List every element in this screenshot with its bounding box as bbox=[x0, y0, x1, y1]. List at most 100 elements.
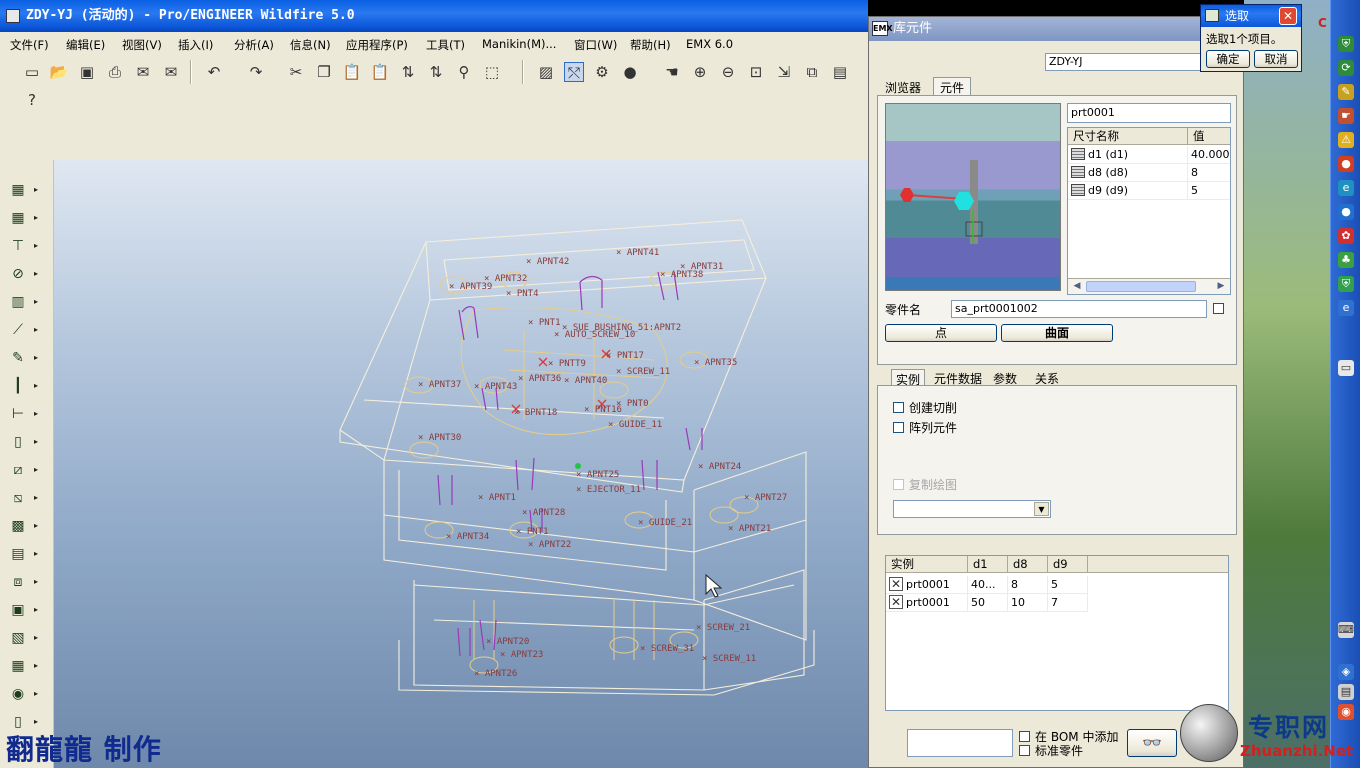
warning-icon[interactable]: ⚠ bbox=[1338, 132, 1354, 148]
cooling-icon[interactable]: ⊢ bbox=[8, 404, 38, 424]
instance-row-d1[interactable]: 40... bbox=[968, 576, 1008, 594]
orient-mode-icon[interactable]: ⚙ bbox=[592, 62, 612, 82]
redo-icon[interactable]: ↷ bbox=[246, 62, 266, 82]
instance-row-d8[interactable]: 8 bbox=[1008, 576, 1048, 594]
refresh-icon[interactable]: ⟳ bbox=[1338, 60, 1354, 76]
lifter-icon[interactable]: ⧅ bbox=[8, 488, 38, 508]
menu-view[interactable]: 视图(V) bbox=[122, 37, 162, 53]
menu-info[interactable]: 信息(N) bbox=[290, 37, 331, 53]
bom-icon[interactable]: ▦ bbox=[8, 656, 38, 676]
dim-row-name[interactable]: d8 (d8) bbox=[1068, 164, 1188, 182]
pillar-icon[interactable]: ┃ bbox=[8, 376, 38, 396]
find-icon[interactable]: ⚲ bbox=[454, 62, 474, 82]
paste-icon[interactable]: 📋 bbox=[342, 62, 362, 82]
media-icon[interactable]: ✿ bbox=[1338, 228, 1354, 244]
horizontal-scrollbar[interactable]: ◀ ▶ bbox=[1068, 278, 1230, 294]
new-file-icon[interactable]: ▭ bbox=[22, 62, 42, 82]
assembly-icon[interactable]: ▣ bbox=[8, 600, 38, 620]
hand-icon[interactable]: ☛ bbox=[1338, 108, 1354, 124]
security-icon[interactable]: ⛨ bbox=[1338, 276, 1354, 292]
pin-icon[interactable]: ⟋ bbox=[8, 320, 38, 340]
glasses-icon[interactable]: 👓 bbox=[1127, 729, 1177, 757]
tab-browser[interactable]: 浏览器 bbox=[885, 79, 921, 96]
menu-help[interactable]: 帮助(H) bbox=[630, 37, 671, 53]
shield-icon[interactable]: ⛨ bbox=[1338, 36, 1354, 52]
keyboard-icon[interactable]: ⌨ bbox=[1338, 622, 1354, 638]
menu-tools[interactable]: 工具(T) bbox=[426, 37, 465, 53]
select-box-icon[interactable]: ⬚ bbox=[482, 62, 502, 82]
menu-analysis[interactable]: 分析(A) bbox=[234, 37, 274, 53]
menu-insert[interactable]: 插入(I) bbox=[178, 37, 213, 53]
menu-emx[interactable]: EMX 6.0 bbox=[686, 37, 733, 51]
bushing-icon[interactable]: ▯ bbox=[8, 432, 38, 452]
refit-icon[interactable]: ⊡ bbox=[746, 62, 766, 82]
tree-icon[interactable]: ♣ bbox=[1338, 252, 1354, 268]
ok-button[interactable]: 确定 bbox=[1206, 50, 1250, 68]
dim-row-value[interactable]: 5 bbox=[1188, 182, 1230, 200]
dim-row-value[interactable]: 8 bbox=[1188, 164, 1230, 182]
part-name-input[interactable]: sa_prt0001002 bbox=[951, 300, 1207, 318]
tab-component[interactable]: 元件 bbox=[933, 77, 972, 97]
chevron-down-icon[interactable]: ▼ bbox=[1034, 502, 1049, 516]
save-icon[interactable]: ▣ bbox=[77, 62, 97, 82]
d8-header[interactable]: d8 bbox=[1008, 556, 1048, 573]
clamp-icon[interactable]: ⧈ bbox=[8, 572, 38, 592]
pen-icon[interactable]: ✎ bbox=[1338, 84, 1354, 100]
dim-name-header[interactable]: 尺寸名称 bbox=[1068, 128, 1188, 145]
zoom-out-icon[interactable]: ⊖ bbox=[718, 62, 738, 82]
instance-row-d8[interactable]: 10 bbox=[1008, 594, 1048, 612]
repaint-icon[interactable]: ▨ bbox=[536, 62, 556, 82]
dim-row-value[interactable]: 40.000 bbox=[1188, 146, 1230, 164]
assembly-name-field[interactable]: ZDY-YJ bbox=[1045, 53, 1201, 71]
saved-views-icon[interactable]: ⧉ bbox=[802, 62, 822, 82]
plate-stack-icon[interactable]: ▤ bbox=[8, 544, 38, 564]
mold-plate-icon[interactable]: ▦ bbox=[8, 208, 38, 228]
spin-center-icon[interactable]: ⤲ bbox=[564, 62, 584, 82]
component-icon[interactable]: ▩ bbox=[8, 516, 38, 536]
ejector-icon[interactable]: ⊘ bbox=[8, 264, 38, 284]
array-element-checkbox[interactable] bbox=[893, 422, 904, 433]
dim-row-name[interactable]: d9 (d9) bbox=[1068, 182, 1188, 200]
drawing-icon[interactable]: ▧ bbox=[8, 628, 38, 648]
pencil-icon[interactable]: ✎ bbox=[8, 348, 38, 368]
instance-row-d9[interactable]: 5 bbox=[1048, 576, 1088, 594]
scroll-left-icon[interactable]: ◀ bbox=[1070, 280, 1084, 293]
undo-icon[interactable]: ↶ bbox=[204, 62, 224, 82]
tray-icon[interactable]: ▤ bbox=[1338, 684, 1354, 700]
internet-icon[interactable]: e bbox=[1338, 300, 1354, 316]
zoom-in-icon[interactable]: ⊕ bbox=[690, 62, 710, 82]
copy-icon[interactable]: ❐ bbox=[314, 62, 334, 82]
mushroom-icon[interactable]: ● bbox=[1338, 156, 1354, 172]
regenerate-icon[interactable]: ⇅ bbox=[398, 62, 418, 82]
pan-hand-icon[interactable]: ☚ bbox=[662, 62, 682, 82]
menu-manikin[interactable]: Manikin(M)... bbox=[482, 37, 556, 51]
create-cut-checkbox[interactable] bbox=[893, 402, 904, 413]
scroll-thumb[interactable] bbox=[1086, 281, 1196, 292]
shading-sphere-icon[interactable]: ● bbox=[620, 62, 640, 82]
d1-header[interactable]: d1 bbox=[968, 556, 1008, 573]
menu-window[interactable]: 窗口(W) bbox=[574, 37, 617, 53]
browser-icon[interactable]: e bbox=[1338, 180, 1354, 196]
instance-header[interactable]: 实例 bbox=[886, 556, 968, 573]
menu-applications[interactable]: 应用程序(P) bbox=[346, 37, 408, 53]
view-icon[interactable]: ◉ bbox=[8, 684, 38, 704]
regenerate-manager-icon[interactable]: ⇅ bbox=[426, 62, 446, 82]
guide-icon[interactable]: ▥ bbox=[8, 292, 38, 312]
send-mail-icon[interactable]: ✉ bbox=[133, 62, 153, 82]
reorient-icon[interactable]: ⇲ bbox=[774, 62, 794, 82]
standard-part-checkbox[interactable] bbox=[1019, 745, 1030, 756]
menu-edit[interactable]: 编辑(E) bbox=[66, 37, 105, 53]
graphics-area[interactable]: × APNT42 × APNT41 × APNT32 × APNT39 × PNT4 × … bbox=[54, 160, 868, 768]
instance-row-d9[interactable]: 7 bbox=[1048, 594, 1088, 612]
screw-icon[interactable]: ⊤ bbox=[8, 236, 38, 256]
paste-special-icon[interactable]: 📋 bbox=[370, 62, 390, 82]
d9-header[interactable]: d9 bbox=[1048, 556, 1088, 573]
part-name-checkbox[interactable] bbox=[1213, 303, 1224, 314]
network-icon[interactable]: ◈ bbox=[1338, 664, 1354, 680]
qq-icon[interactable]: ● bbox=[1338, 204, 1354, 220]
dim-row-name[interactable]: d1 (d1) bbox=[1068, 146, 1188, 164]
menu-file[interactable]: 文件(F) bbox=[10, 37, 49, 53]
instance-row-d1[interactable]: 50 bbox=[968, 594, 1008, 612]
cut-icon[interactable]: ✂ bbox=[286, 62, 306, 82]
point-button[interactable]: 点 bbox=[885, 324, 997, 342]
